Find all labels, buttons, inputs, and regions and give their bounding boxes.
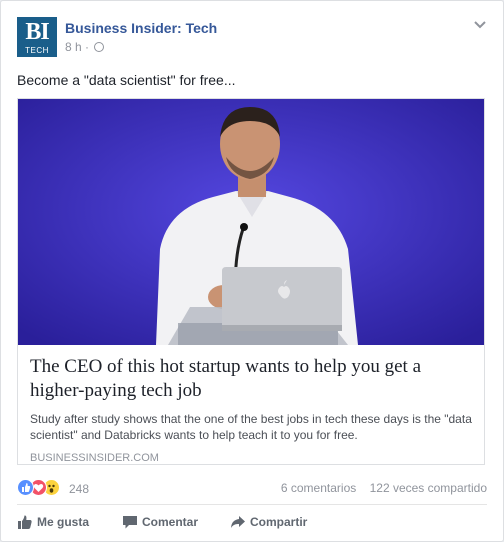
- comment-icon: [123, 516, 137, 529]
- thumbs-up-icon: [18, 515, 32, 529]
- page-avatar[interactable]: BI TECH: [17, 17, 57, 57]
- comments-count-link[interactable]: 6 comentarios: [281, 481, 356, 495]
- engagement-counts: 6 comentarios 122 veces compartido: [271, 481, 487, 495]
- link-headline[interactable]: The CEO of this hot startup wants to hel…: [30, 355, 474, 403]
- page-name-link[interactable]: Business Insider: Tech: [65, 20, 217, 36]
- logo-subtext: TECH: [25, 46, 49, 55]
- comment-label: Comentar: [142, 515, 199, 529]
- share-label: Compartir: [250, 515, 308, 529]
- globe-icon: [94, 42, 105, 52]
- link-text-block: The CEO of this hot startup wants to hel…: [30, 355, 474, 464]
- meta-separator: ·: [85, 40, 90, 54]
- logo-text: BI: [25, 19, 49, 45]
- share-button[interactable]: Compartir: [230, 511, 325, 533]
- link-attachment[interactable]: The CEO of this hot startup wants to hel…: [17, 98, 485, 465]
- comment-button[interactable]: Comentar: [122, 511, 212, 533]
- post-header: BI TECH Business Insider: Tech 8 h ·: [17, 17, 487, 59]
- shares-count-link[interactable]: 122 veces compartido: [370, 481, 487, 495]
- link-description: Study after study shows that the one of …: [30, 412, 472, 442]
- link-image[interactable]: [18, 99, 484, 345]
- post-status-text: Become a "data scientist" for free...: [17, 72, 236, 88]
- post-time[interactable]: 8 h: [65, 40, 82, 54]
- speaker-photo: [18, 99, 484, 345]
- post-actions-bar: Me gusta Comentar Compartir: [17, 511, 487, 533]
- like-label: Me gusta: [37, 515, 90, 529]
- like-reaction-icon: [17, 479, 34, 496]
- share-arrow-icon: [231, 516, 245, 528]
- reaction-count[interactable]: 248: [69, 482, 89, 496]
- link-domain: BUSINESSINSIDER.COM: [30, 452, 159, 464]
- like-button[interactable]: Me gusta: [17, 511, 97, 533]
- post-card: BI TECH Business Insider: Tech 8 h · Bec…: [0, 0, 504, 542]
- post-meta: 8 h ·: [65, 40, 105, 54]
- actions-divider: [17, 504, 487, 505]
- chevron-down-icon[interactable]: [473, 17, 487, 31]
- post-stats: 248 6 comentarios 122 veces compartido: [17, 478, 487, 498]
